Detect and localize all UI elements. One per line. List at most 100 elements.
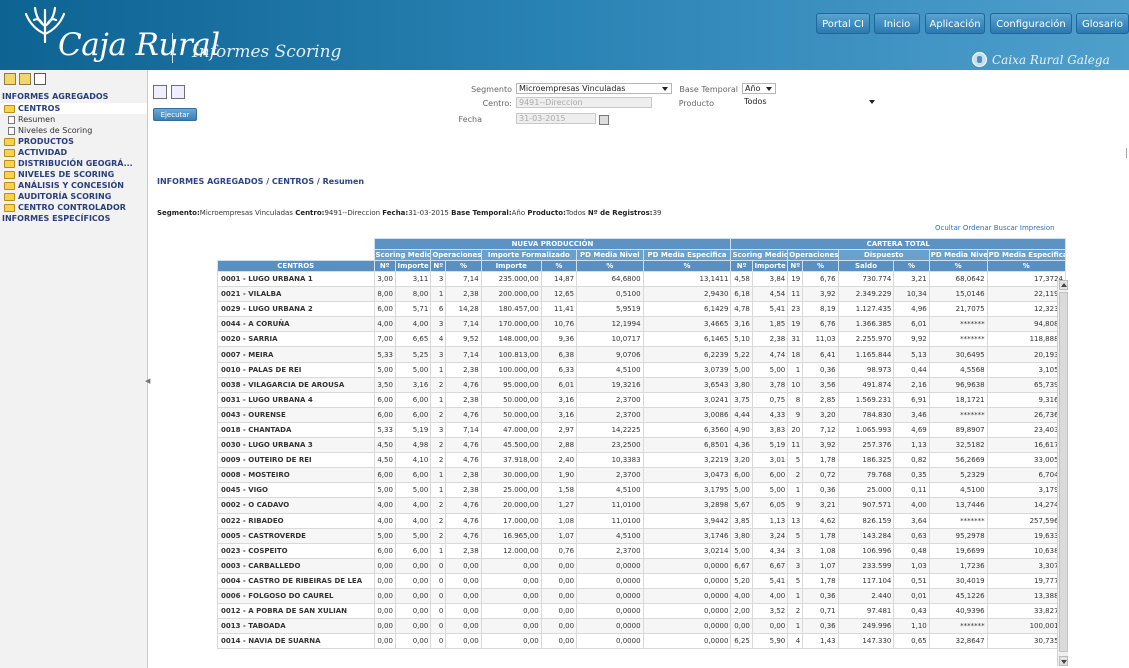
tree-folder-productos[interactable]: PRODUCTOS — [0, 136, 147, 147]
buscar-link[interactable]: Buscar — [994, 224, 1018, 232]
table-row[interactable]: 0030 - LUGO URBANA 3 4,50 4,98 2 4,76 45.500,… — [217, 437, 1066, 454]
nav-inicio-button[interactable]: Inicio — [874, 13, 920, 34]
calendar-icon[interactable] — [599, 115, 609, 125]
table-cell: 40,9396 — [928, 603, 988, 620]
producto-select[interactable]: Todos — [742, 97, 878, 108]
table-scrollbar[interactable] — [1057, 280, 1068, 666]
table-cell: 3,80 — [730, 376, 753, 393]
table-row[interactable]: 0005 - CASTROVERDE 5,00 5,00 2 4,76 16.965,00… — [217, 527, 1066, 544]
nav-portal-ci-button[interactable]: Portal CI — [816, 13, 870, 34]
column-header[interactable]: % — [540, 260, 578, 272]
table-cell: 7,14 — [445, 421, 482, 439]
column-header[interactable]: Importe — [394, 260, 432, 272]
table-cell: 3,11 — [394, 270, 432, 288]
column-header[interactable]: % — [445, 260, 482, 272]
table-row[interactable]: 0021 - VILALBA 8,00 8,00 1 2,38 200.000,00 12,… — [217, 286, 1066, 303]
ocultar-link[interactable]: Ocultar — [935, 224, 961, 232]
table-cell: 3,1058 — [986, 361, 1066, 378]
tree-section-aggregated[interactable]: INFORMES AGREGADOS — [0, 91, 147, 103]
tree-leaf-niveles-scoring[interactable]: Niveles de Scoring — [0, 125, 147, 136]
table-row[interactable]: 0029 - LUGO URBANA 2 6,00 5,71 6 14,28 180.45… — [217, 301, 1066, 318]
table-cell: 0,00 — [480, 603, 542, 620]
tree-folder-niveles[interactable]: NIVELES DE SCORING — [0, 169, 147, 180]
sub-header: Operaciones — [430, 249, 482, 261]
column-header[interactable]: % — [893, 260, 930, 272]
tree-folder-auditoria[interactable]: AUDITORÍA SCORING — [0, 191, 147, 202]
segmento-select[interactable]: Microempresas Vinculadas — [516, 83, 672, 94]
table-row[interactable]: 0007 - MEIRA 5,33 5,25 3 7,14 100.813,00 6,38 9… — [217, 346, 1066, 363]
table-row[interactable]: 0031 - LUGO URBANA 4 6,00 6,00 1 2,38 50.000,… — [217, 391, 1066, 408]
column-header[interactable]: Importe — [751, 260, 789, 272]
table-cell: 31 — [787, 331, 804, 348]
export-html-icon[interactable] — [171, 85, 185, 99]
scroll-down-icon[interactable] — [1059, 656, 1068, 666]
table-row[interactable]: 0012 - A POBRA DE SAN XULIAN 0,00 0,00 0 0,0… — [217, 603, 1066, 620]
nav-aplicacion-button[interactable]: Aplicación — [925, 13, 985, 34]
table-row[interactable]: 0006 - FOLGOSO DO CAUREL 0,00 0,00 0 0,00 0,0… — [217, 587, 1066, 605]
column-header[interactable]: % — [802, 260, 839, 272]
column-header[interactable]: Saldo — [837, 260, 895, 272]
impresion-link[interactable]: Impresion — [1020, 224, 1055, 232]
table-cell: 0,00 — [394, 633, 432, 650]
table-row[interactable]: 0013 - TABOADA 0,00 0,00 0 0,00 0,00 0,00 0,000… — [217, 618, 1066, 635]
table-cell: 6,3560 — [642, 421, 732, 439]
column-header[interactable]: Nº — [430, 260, 447, 272]
tree-folder-centro-controlador[interactable]: CENTRO CONTROLADOR — [0, 202, 147, 213]
fecha-input[interactable]: 31-03-2015 — [516, 113, 596, 124]
table-row[interactable]: 0045 - VIGO 5,00 5,00 1 2,38 25.000,00 1,58 4,5… — [217, 482, 1066, 499]
column-header[interactable]: % — [576, 260, 644, 272]
table-row[interactable]: 0010 - PALAS DE REI 5,00 5,00 1 2,38 100.000,… — [217, 361, 1066, 378]
scroll-thumb[interactable] — [1059, 292, 1068, 652]
sidebar-collapse-icon[interactable]: ◀ — [145, 377, 150, 385]
column-header[interactable]: Nº — [373, 260, 396, 272]
table-cell: 100.000,00 — [480, 361, 542, 378]
table-row[interactable]: 0008 - MOSTEIRO 6,00 6,00 1 2,38 30.000,00 1,9… — [217, 467, 1066, 484]
nav-configuracion-button[interactable]: Configuración — [990, 13, 1072, 34]
table-row[interactable]: 0022 - RIBADEO 4,00 4,00 2 4,76 17.000,00 1,08… — [217, 512, 1066, 529]
expand-folders-icon[interactable] — [4, 73, 16, 85]
collapse-folders-icon[interactable] — [19, 73, 31, 85]
table-cell: 0,48 — [893, 542, 930, 559]
centro-input[interactable]: 9491--Direccion — [516, 97, 652, 108]
table-cell: 4,74 — [751, 346, 789, 363]
nav-glosario-button[interactable]: Glosario — [1076, 13, 1129, 34]
execute-button[interactable]: Ejecutar — [153, 108, 197, 121]
tree-folder-centros[interactable]: CENTROS — [0, 103, 147, 114]
tree-folder-analisis[interactable]: ANÁLISIS Y CONCESIÓN — [0, 180, 147, 191]
export-excel-icon[interactable] — [153, 85, 167, 99]
table-row[interactable]: 0009 - OUTEIRO DE REI 4,50 4,10 2 4,76 37.918… — [217, 452, 1066, 469]
tree-leaf-resumen[interactable]: Resumen — [0, 114, 147, 125]
column-header-centros[interactable]: CENTROS — [217, 260, 375, 272]
column-header[interactable]: % — [642, 260, 732, 272]
image-icon[interactable] — [34, 73, 46, 85]
base-temporal-select[interactable]: Año — [742, 83, 776, 94]
table-row[interactable]: 0043 - OURENSE 6,00 6,00 2 4,76 50.000,00 3,16… — [217, 406, 1066, 423]
table-row[interactable]: 0002 - O CADAVO 4,00 4,00 2 4,76 20.000,00 1,2… — [217, 497, 1066, 514]
tree-folder-distribucion[interactable]: DISTRIBUCIÓN GEOGRÁ... — [0, 158, 147, 169]
table-row[interactable]: 0044 - A CORUÑA 4,00 4,00 3 7,14 170.000,00 10… — [217, 316, 1066, 333]
tree-section-specific[interactable]: INFORMES ESPECÍFICOS — [0, 213, 147, 225]
table-row[interactable]: 0014 - NAVIA DE SUARNA 0,00 0,00 0 0,00 0,00 0… — [217, 633, 1066, 650]
column-header[interactable]: % — [928, 260, 988, 272]
scroll-up-icon[interactable] — [1059, 280, 1068, 290]
column-header[interactable]: Importe — [480, 260, 542, 272]
table-cell: 5,10 — [730, 331, 753, 348]
table-cell: 0,00 — [730, 618, 753, 635]
tree-folder-actividad[interactable]: ACTIVIDAD — [0, 147, 147, 158]
table-cell: 4,54 — [751, 286, 789, 303]
table-cell: 1,27 — [540, 497, 578, 514]
table-row[interactable]: 0001 - LUGO URBANA 1 3,00 3,11 3 7,14 235.000… — [217, 270, 1066, 288]
column-header[interactable]: Nº — [787, 260, 804, 272]
table-cell: 95.000,00 — [480, 376, 542, 393]
table-row[interactable]: 0004 - CASTRO DE RIBEIRAS DE LEA 0,00 0,00… — [217, 572, 1066, 589]
table-row[interactable]: 0020 - SARRIA 7,00 6,65 4 9,52 148.000,00 9,36… — [217, 331, 1066, 348]
ordenar-link[interactable]: Ordenar — [963, 224, 992, 232]
table-cell: 47.000,00 — [480, 421, 542, 439]
table-row[interactable]: 0018 - CHANTADA 5,33 5,19 3 7,14 47.000,00 2,9… — [217, 421, 1066, 439]
column-header[interactable]: % — [986, 260, 1066, 272]
table-row[interactable]: 0023 - COSPEITO 6,00 6,00 1 2,38 12.000,00 0,7… — [217, 542, 1066, 559]
column-header[interactable]: Nº — [730, 260, 753, 272]
table-row[interactable]: 0003 - CARBALLEDO 0,00 0,00 0 0,00 0,00 0,00 0,… — [217, 557, 1066, 574]
table-cell: 23 — [787, 301, 804, 318]
table-row[interactable]: 0038 - VILAGARCIA DE AROUSA 3,50 3,16 2 4,76… — [217, 376, 1066, 393]
